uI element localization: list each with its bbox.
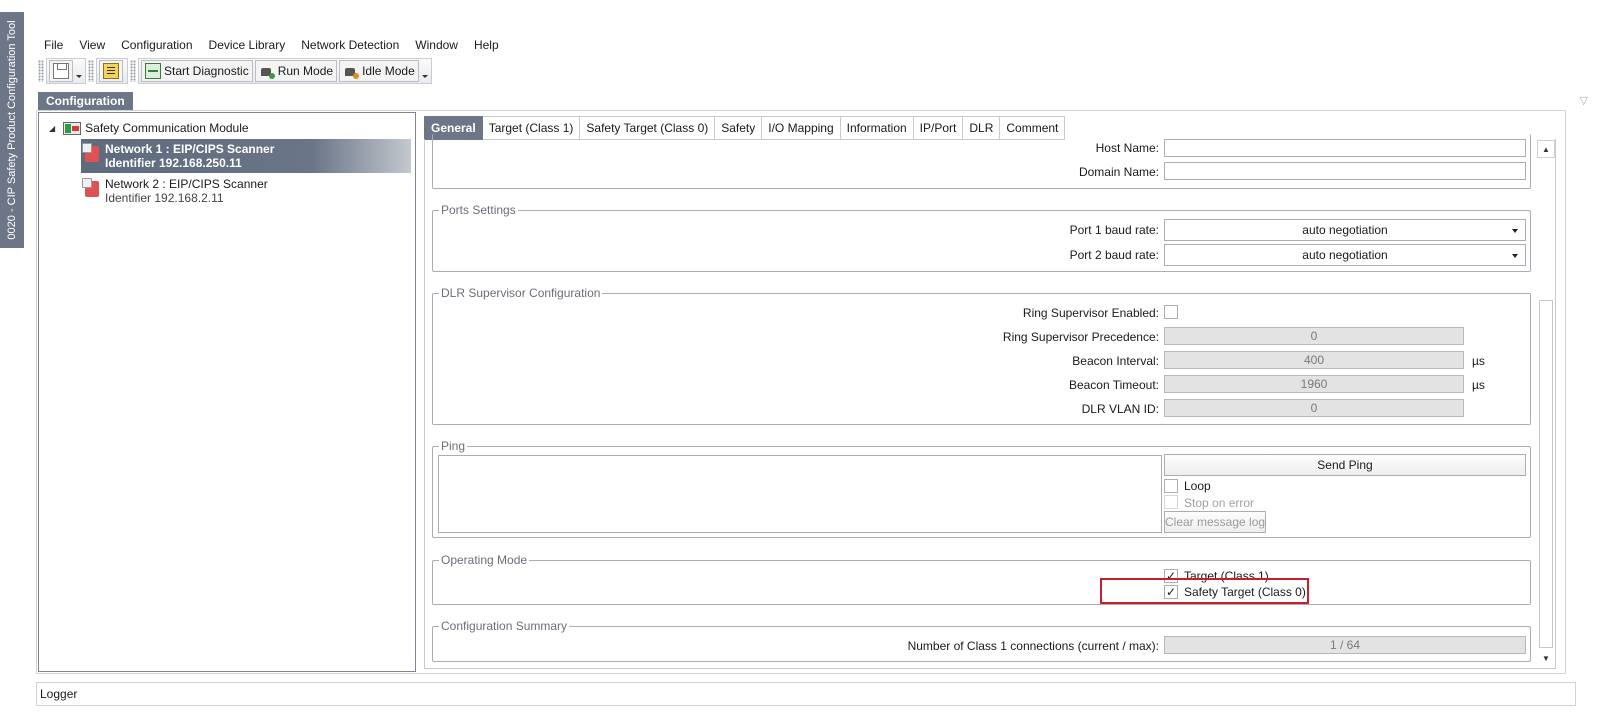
highlight-box [1100, 578, 1309, 604]
idle-mode-icon [343, 63, 360, 79]
beacon-timeout-unit: µs [1472, 378, 1485, 392]
ports-settings-title: Ports Settings [439, 203, 518, 217]
domain-name-input[interactable] [1164, 162, 1526, 180]
menu-bar: File View Configuration Device Library N… [36, 36, 507, 56]
logger-label: Logger [40, 687, 78, 701]
toolbar-grip[interactable] [130, 60, 136, 82]
domain-name-label: Domain Name: [1078, 165, 1159, 179]
beacon-timeout-label: Beacon Timeout: [1068, 378, 1159, 392]
toolbar-grip[interactable] [38, 60, 44, 82]
logger-panel[interactable]: Logger [36, 682, 1576, 706]
send-ping-button[interactable]: Send Ping [1164, 454, 1526, 476]
tree-item-network-2[interactable]: Network 2 : EIP/CIPS Scanner Identifier … [81, 174, 411, 208]
port2-baud-select[interactable]: auto negotiation [1164, 244, 1526, 266]
dlr-supervisor-group: DLR Supervisor Configuration Ring Superv… [432, 286, 1531, 425]
class1-connections-value: 1 / 64 [1164, 636, 1526, 654]
idle-mode-label: Idle Mode [362, 64, 415, 78]
beacon-interval-label: Beacon Interval: [1072, 354, 1159, 368]
menu-help[interactable]: Help [466, 36, 507, 56]
beacon-timeout-input[interactable]: 1960 [1164, 375, 1464, 393]
host-name-label: Host Name: [1095, 141, 1159, 155]
network-scanner-icon [82, 178, 99, 197]
tree-root-item[interactable]: ◢ Safety Communication Module [49, 121, 249, 135]
expand-triangle-icon[interactable]: ◢ [49, 124, 55, 133]
toolbar-overflow-caret[interactable] [75, 60, 83, 82]
chevron-down-icon [1512, 229, 1518, 233]
start-diagnostic-button[interactable]: Start Diagnostic [141, 60, 253, 82]
stop-on-error-label: Stop on error [1184, 496, 1255, 510]
scrollbar-thumb[interactable] [1539, 300, 1553, 648]
tree-item-network-1[interactable]: Network 1 : EIP/CIPS Scanner Identifier … [81, 139, 411, 173]
run-mode-icon [259, 63, 275, 79]
ring-supervisor-precedence-input[interactable]: 0 [1164, 327, 1464, 345]
loop-checkbox[interactable] [1164, 479, 1178, 493]
diagnostic-icon [145, 63, 161, 79]
side-tab-label: 0020 - CIP Safety Product Configuration … [6, 20, 18, 240]
start-diagnostic-label: Start Diagnostic [164, 64, 249, 78]
menu-device-library[interactable]: Device Library [201, 36, 294, 56]
menu-view[interactable]: View [71, 36, 113, 56]
operating-mode-group: Operating Mode ✓ Target (Class 1) ✓ Safe… [432, 553, 1531, 605]
dlr-vlan-id-label: DLR VLAN ID: [1081, 402, 1159, 416]
stop-on-error-checkbox[interactable] [1164, 495, 1178, 509]
idle-mode-button[interactable]: Idle Mode [339, 60, 419, 82]
module-icon [63, 121, 82, 135]
ports-settings-group: Ports Settings Port 1 baud rate: auto ne… [432, 203, 1531, 272]
vertical-scrollbar[interactable]: ▲ ▼ [1537, 140, 1555, 668]
toolbar: Start Diagnostic Run Mode Idle Mode [36, 58, 432, 84]
run-mode-button[interactable]: Run Mode [254, 60, 338, 82]
scroll-down-icon[interactable]: ▼ [1537, 650, 1555, 668]
ping-group: Ping Send Ping Loop Stop on error Clear … [432, 439, 1531, 538]
tree-item-title: Network 2 : EIP/CIPS Scanner [105, 177, 268, 191]
tree-item-identifier: Identifier 192.168.250.11 [105, 156, 242, 170]
chevron-down-icon [1512, 254, 1518, 258]
menu-file[interactable]: File [36, 36, 71, 56]
port2-baud-value: auto negotiation [1302, 248, 1388, 262]
menu-window[interactable]: Window [407, 36, 466, 56]
dlr-supervisor-title: DLR Supervisor Configuration [439, 286, 603, 300]
configuration-tab[interactable]: Configuration [38, 92, 133, 110]
ping-message-log[interactable] [438, 455, 1162, 533]
configuration-summary-title: Configuration Summary [439, 619, 570, 633]
menu-network-detection[interactable]: Network Detection [293, 36, 407, 56]
ring-supervisor-enabled-label: Ring Supervisor Enabled: [1022, 306, 1159, 320]
device-tree-panel: ◢ Safety Communication Module Network 1 … [38, 112, 416, 672]
toolbar-grip[interactable] [88, 60, 94, 82]
port1-baud-value: auto negotiation [1302, 223, 1388, 237]
dlr-vlan-id-input[interactable]: 0 [1164, 399, 1464, 417]
ping-title: Ping [439, 439, 468, 453]
tree-root-label: Safety Communication Module [85, 121, 249, 135]
beacon-interval-input[interactable]: 400 [1164, 351, 1464, 369]
loop-label: Loop [1184, 479, 1211, 493]
side-tab-app-title[interactable]: 0020 - CIP Safety Product Configuration … [0, 12, 24, 248]
toolbar-group-mode: Start Diagnostic Run Mode Idle Mode [138, 58, 432, 84]
scroll-up-icon[interactable]: ▲ [1537, 140, 1555, 158]
beacon-interval-unit: µs [1472, 354, 1485, 368]
save-button[interactable] [49, 60, 73, 82]
menu-configuration[interactable]: Configuration [113, 36, 200, 56]
pin-dropdown-icon[interactable]: ▽ [1580, 94, 1588, 107]
toolbar-group-doc [96, 58, 128, 84]
port1-baud-select[interactable]: auto negotiation [1164, 219, 1526, 241]
class1-connections-label: Number of Class 1 connections (current /… [907, 639, 1159, 653]
save-icon [53, 63, 69, 79]
report-button[interactable] [99, 60, 123, 82]
run-mode-label: Run Mode [277, 64, 334, 78]
port2-baud-label: Port 2 baud rate: [1069, 248, 1159, 262]
clear-message-log-button[interactable]: Clear message log [1164, 511, 1267, 533]
report-icon [103, 63, 119, 79]
toolbar-group-file [46, 58, 86, 84]
host-name-input[interactable] [1164, 139, 1526, 157]
port1-baud-label: Port 1 baud rate: [1069, 223, 1159, 237]
ring-supervisor-enabled-checkbox[interactable] [1164, 305, 1178, 319]
configuration-summary-group: Configuration Summary Number of Class 1 … [432, 619, 1531, 662]
network-scanner-icon [82, 143, 99, 162]
tree-item-title: Network 1 : EIP/CIPS Scanner [105, 142, 275, 156]
toolbar-overflow-caret[interactable] [421, 60, 429, 82]
operating-mode-title: Operating Mode [439, 553, 530, 567]
tree-item-identifier: Identifier 192.168.2.11 [105, 191, 224, 205]
network-group: Host Name: Domain Name: [432, 134, 1531, 189]
ring-supervisor-precedence-label: Ring Supervisor Precedence: [1002, 330, 1159, 344]
